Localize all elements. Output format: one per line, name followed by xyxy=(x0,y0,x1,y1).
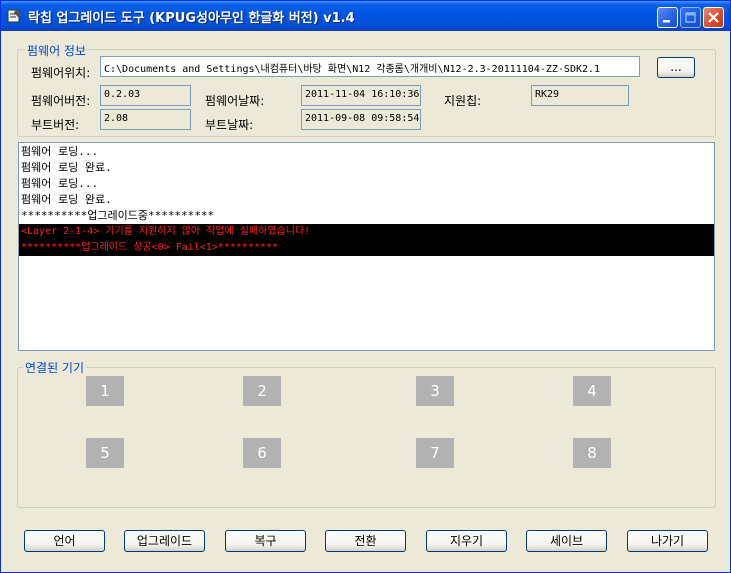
save-button[interactable]: 세이브 xyxy=(526,530,607,552)
device-slot-4[interactable]: 4 xyxy=(573,376,611,406)
log-line: 펌웨어 로딩... xyxy=(21,145,99,158)
support-chip-field: RK29 xyxy=(531,85,629,106)
app-icon xyxy=(7,9,22,23)
firmware-location-label: 펌웨어위치: xyxy=(31,66,91,80)
log-error-line: **********업그레이드 성공<0> Fail<1>********** xyxy=(19,240,714,256)
title-bar[interactable]: 락칩 업그레이드 도구 (KPUG성아무인 한글화 버전) v1.4 xyxy=(1,1,730,31)
maximize-button[interactable] xyxy=(680,7,701,28)
close-icon xyxy=(708,12,719,23)
log-line: 펌웨어 로딩 완료. xyxy=(21,161,112,174)
device-slot-3[interactable]: 3 xyxy=(416,376,454,406)
device-slot-1[interactable]: 1 xyxy=(86,376,124,406)
device-slot-8[interactable]: 8 xyxy=(573,438,611,468)
support-chip-label: 지원칩: xyxy=(444,94,482,108)
browse-button[interactable]: ... xyxy=(657,57,695,78)
log-line: **********업그레이드중********** xyxy=(21,209,215,222)
log-line: 펌웨어 로딩... xyxy=(21,177,99,190)
connected-devices-group-label: 연결된 기기 xyxy=(23,359,87,376)
device-slot-5[interactable]: 5 xyxy=(86,438,124,468)
switch-button[interactable]: 전환 xyxy=(325,530,406,552)
minimize-icon xyxy=(663,20,670,23)
log-line: 펌웨어 로딩 완료. xyxy=(21,193,112,206)
firmware-info-group-label: 펌웨어 정보 xyxy=(25,42,89,59)
device-slot-2[interactable]: 2 xyxy=(243,376,281,406)
close-button[interactable] xyxy=(703,7,724,28)
log-error-line: <Layer 2-1-4> 기기를 지원하지 않아 작업에 실패하였습니다! xyxy=(19,224,714,240)
log-output[interactable]: 펌웨어 로딩... 펌웨어 로딩 완료. 펌웨어 로딩... 펌웨어 로딩 완료… xyxy=(18,142,715,351)
firmware-date-label: 펌웨어날짜: xyxy=(205,94,265,108)
boot-date-field: 2011-09-08 09:58:54 xyxy=(301,109,421,130)
device-slot-6[interactable]: 6 xyxy=(243,438,281,468)
language-button[interactable]: 언어 xyxy=(24,530,105,552)
firmware-version-label: 펌웨어버전: xyxy=(31,94,91,108)
firmware-date-field: 2011-11-04 16:10:36 xyxy=(301,85,421,106)
erase-button[interactable]: 지우기 xyxy=(426,530,507,552)
exit-button[interactable]: 나가기 xyxy=(627,530,708,552)
boot-version-label: 부트버전: xyxy=(31,118,80,132)
device-slot-7[interactable]: 7 xyxy=(416,438,454,468)
minimize-button[interactable] xyxy=(657,7,678,28)
restore-button[interactable]: 복구 xyxy=(225,530,306,552)
boot-date-label: 부트날짜: xyxy=(205,118,254,132)
upgrade-tool-window: 락칩 업그레이드 도구 (KPUG성아무인 한글화 버전) v1.4 펌웨어 정… xyxy=(0,0,731,573)
boot-version-field: 2.08 xyxy=(100,109,191,130)
window-title: 락칩 업그레이드 도구 (KPUG성아무인 한글화 버전) v1.4 xyxy=(28,11,355,26)
maximize-icon xyxy=(685,12,696,23)
firmware-location-field[interactable]: C:\Documents and Settings\내컴퓨터\바탕 화면\N12… xyxy=(100,56,640,77)
upgrade-button[interactable]: 업그레이드 xyxy=(124,530,205,552)
firmware-version-field: 0.2.03 xyxy=(100,85,191,106)
